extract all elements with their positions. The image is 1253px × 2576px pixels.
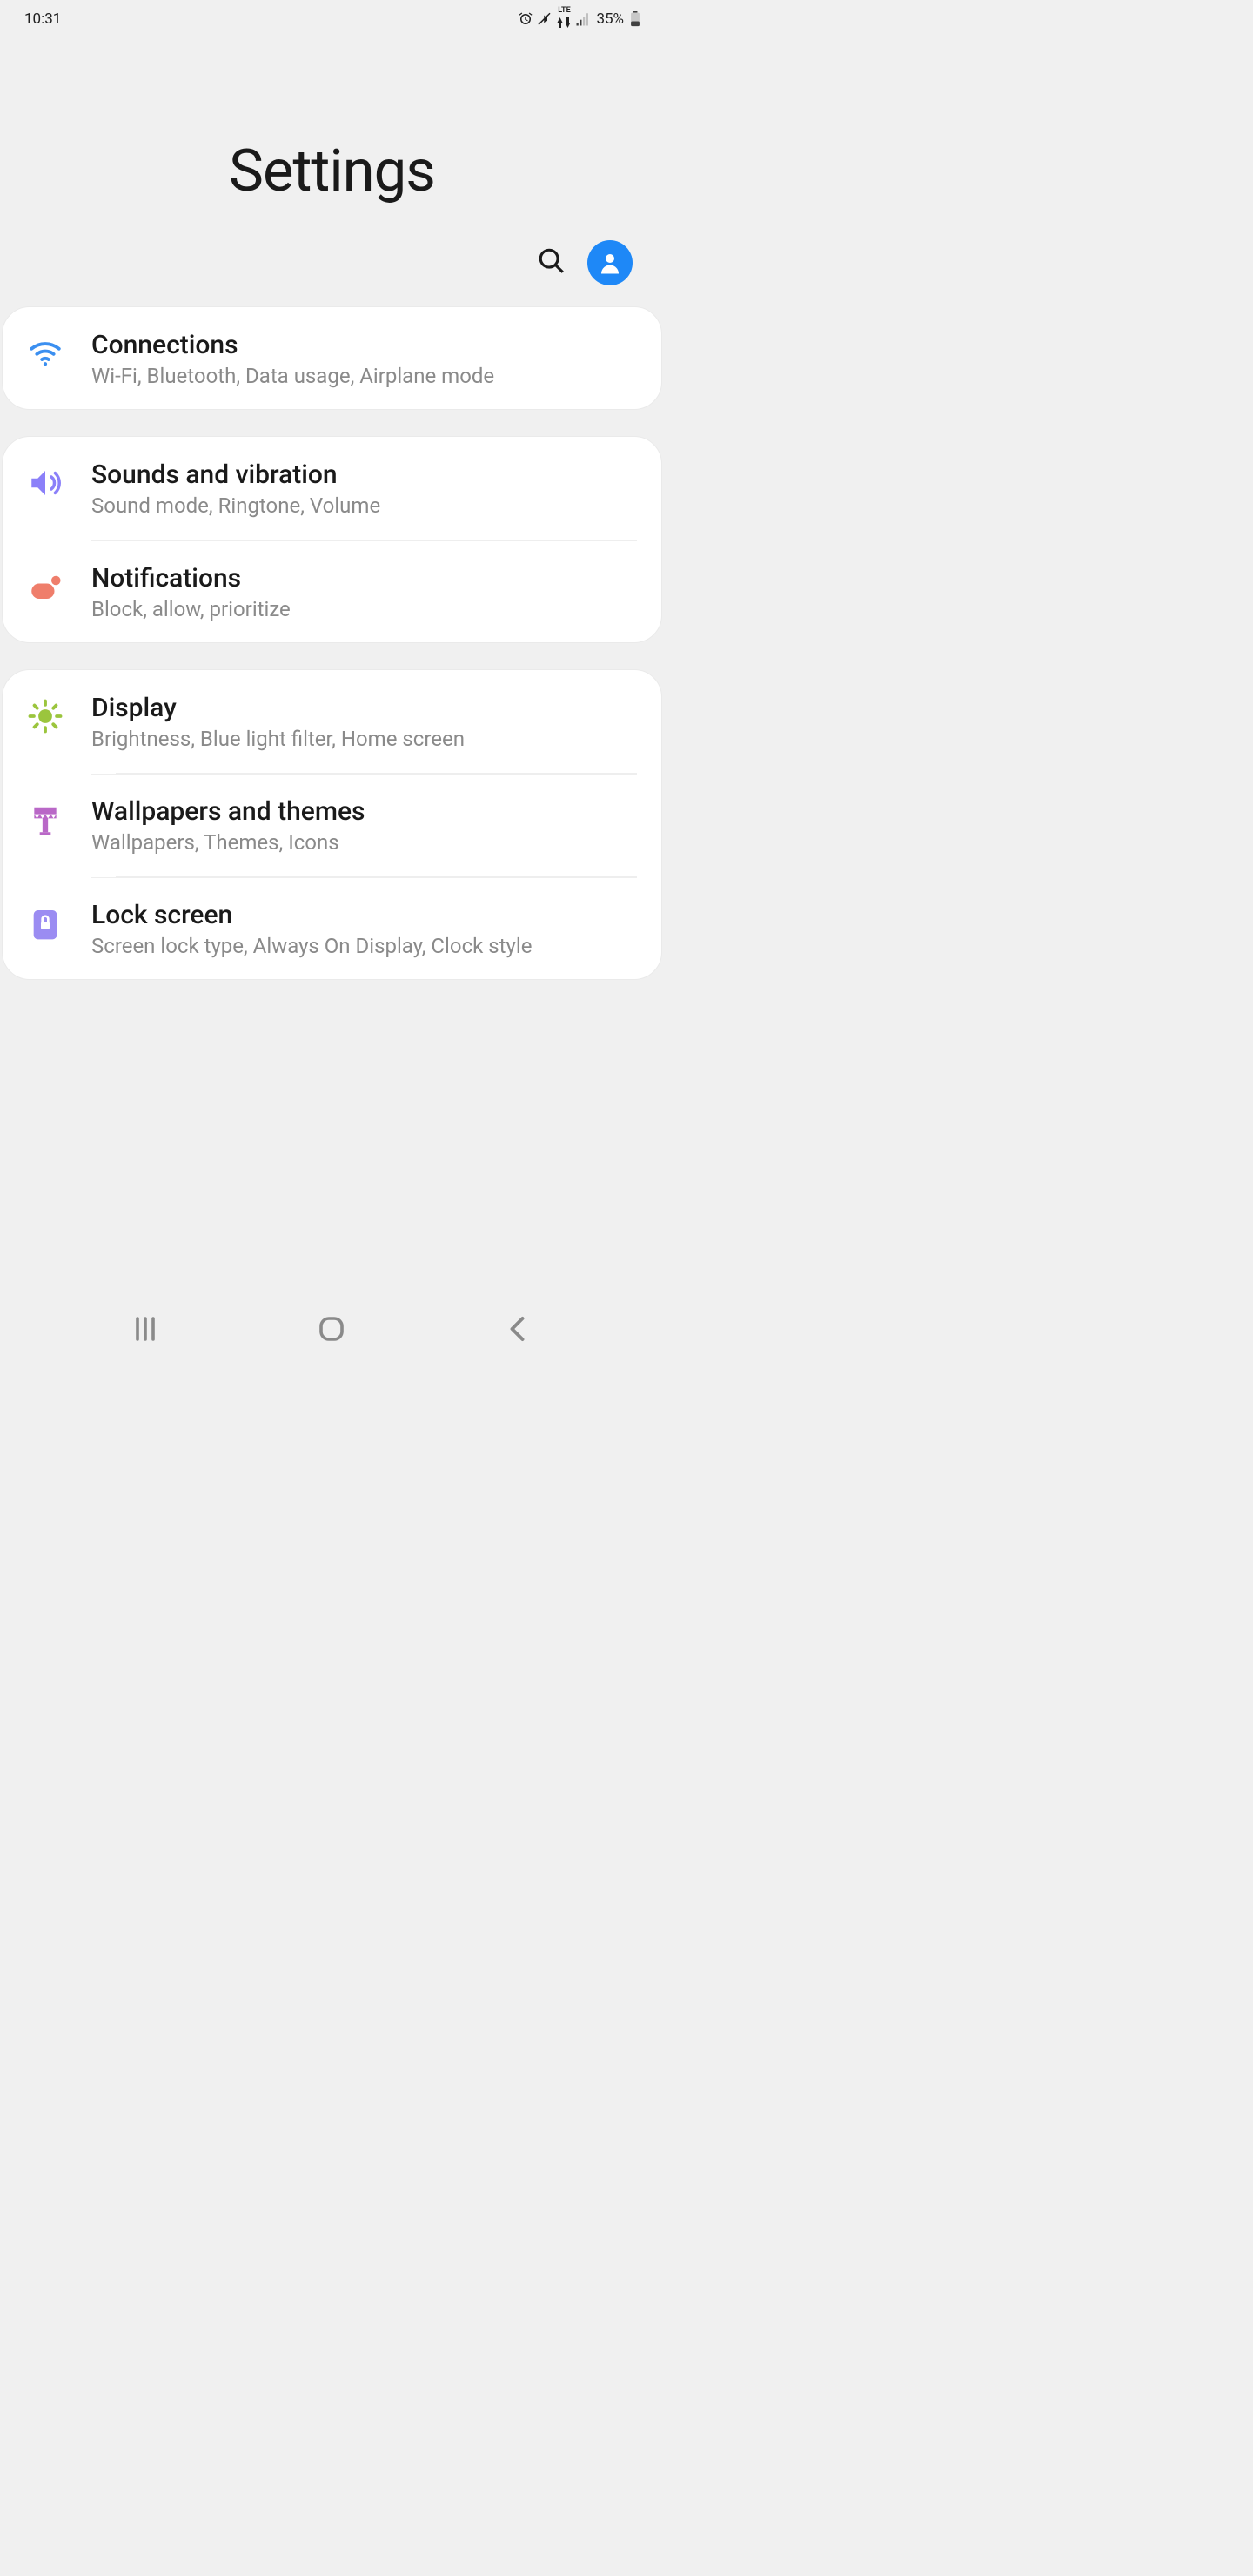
status-indicators: LTE 35% — [518, 7, 643, 30]
wifi-icon — [27, 335, 64, 372]
alarm-icon — [518, 11, 533, 27]
row-title: Sounds and vibration — [91, 460, 637, 490]
back-button[interactable] — [503, 1313, 534, 1348]
settings-row-sounds[interactable]: Sounds and vibration Sound mode, Rington… — [3, 437, 661, 540]
account-button[interactable] — [587, 240, 633, 285]
row-subtitle: Wi-Fi, Bluetooth, Data usage, Airplane m… — [91, 364, 637, 388]
back-icon — [503, 1313, 534, 1345]
wallpaper-icon — [27, 802, 64, 838]
mute-icon — [537, 11, 553, 27]
recents-button[interactable] — [130, 1313, 161, 1348]
display-icon — [27, 698, 64, 735]
row-subtitle: Screen lock type, Always On Display, Clo… — [91, 934, 637, 958]
recents-icon — [130, 1313, 161, 1345]
row-title: Wallpapers and themes — [91, 796, 637, 827]
row-title: Notifications — [91, 563, 637, 594]
settings-list: Connections Wi-Fi, Bluetooth, Data usage… — [0, 306, 664, 980]
hero: Settings — [0, 37, 664, 240]
battery-icon — [627, 11, 643, 27]
settings-group: Connections Wi-Fi, Bluetooth, Data usage… — [2, 306, 662, 410]
search-button[interactable] — [537, 246, 566, 279]
home-button[interactable] — [316, 1313, 347, 1348]
settings-row-wallpapers[interactable]: Wallpapers and themes Wallpapers, Themes… — [3, 774, 661, 876]
person-icon — [597, 250, 623, 276]
status-bar: 10:31 LTE 35% — [0, 0, 664, 37]
row-subtitle: Sound mode, Ringtone, Volume — [91, 493, 637, 518]
settings-row-display[interactable]: Display Brightness, Blue light filter, H… — [3, 670, 661, 773]
toolbar — [0, 240, 664, 306]
settings-row-notifications[interactable]: Notifications Block, allow, prioritize — [3, 540, 661, 642]
settings-row-lockscreen[interactable]: Lock screen Screen lock type, Always On … — [3, 877, 661, 979]
row-subtitle: Block, allow, prioritize — [91, 597, 637, 621]
search-icon — [537, 246, 566, 276]
signal-icon — [575, 11, 591, 27]
settings-row-connections[interactable]: Connections Wi-Fi, Bluetooth, Data usage… — [3, 307, 661, 409]
notifications-icon — [27, 568, 64, 605]
row-title: Lock screen — [91, 900, 637, 930]
sound-icon — [27, 465, 64, 501]
page-title: Settings — [229, 138, 435, 205]
settings-group: Sounds and vibration Sound mode, Rington… — [2, 436, 662, 643]
home-icon — [316, 1313, 347, 1345]
navigation-bar — [0, 1297, 664, 1365]
status-time: 10:31 — [24, 10, 61, 28]
lock-icon — [27, 905, 64, 942]
settings-group: Display Brightness, Blue light filter, H… — [2, 669, 662, 980]
network-type: LTE — [556, 7, 572, 30]
row-title: Display — [91, 693, 637, 723]
row-subtitle: Brightness, Blue light filter, Home scre… — [91, 727, 637, 751]
row-subtitle: Wallpapers, Themes, Icons — [91, 830, 637, 855]
row-title: Connections — [91, 330, 637, 360]
battery-percent: 35% — [596, 10, 624, 28]
